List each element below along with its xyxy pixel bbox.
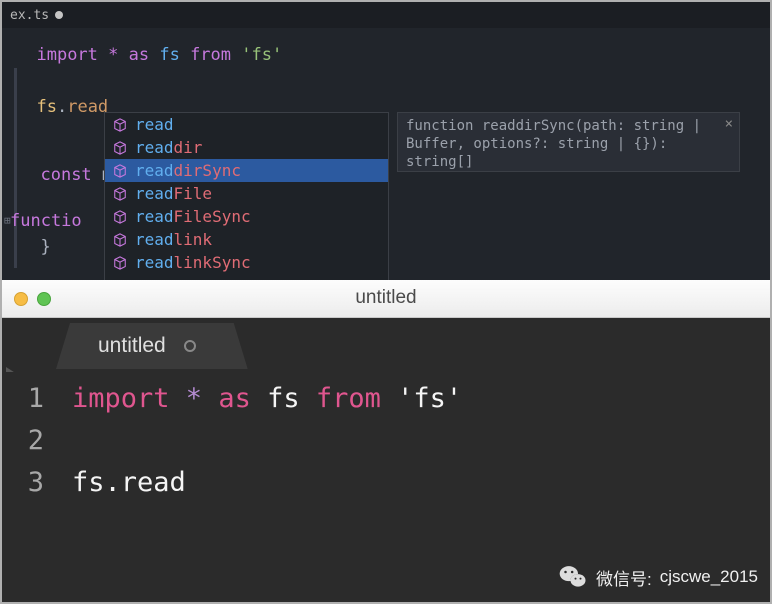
window-titlebar: untitled	[2, 280, 770, 318]
code-line: import * as fs from 'fs'	[72, 378, 462, 420]
bottom-tabbar: untitled	[2, 318, 770, 372]
code-editor[interactable]: import * as fs from 'fs' fs.read	[2, 28, 770, 120]
code-line-1: import * as fs from 'fs'	[16, 42, 752, 68]
second-editor-window: untitled untitled 123 import * as fs fro…	[2, 280, 770, 602]
token: functio	[10, 211, 82, 231]
method-icon	[113, 233, 127, 247]
code-area[interactable]: import * as fs from 'fs' fs.read	[56, 372, 462, 602]
method-icon	[113, 210, 127, 224]
token: as	[218, 383, 267, 414]
window-title: untitled	[2, 287, 770, 309]
token: from	[190, 45, 241, 65]
tab-label: ex.ts	[10, 8, 49, 23]
vscode-tabbar: ex.ts	[2, 2, 770, 28]
token: as	[129, 45, 160, 65]
suggestion-doc: function readdirSync(path: string | Buff…	[397, 112, 740, 172]
suggestion-label: readlinkSync	[135, 253, 251, 272]
token: fs	[267, 383, 316, 414]
suggestion-item[interactable]: readdirSync	[105, 159, 388, 182]
token: const	[40, 165, 101, 185]
suggestion-label: readFile	[135, 184, 212, 203]
suggestion-list[interactable]: read readdir readdirSync readFile readFileSy…	[104, 112, 389, 280]
token: .	[57, 97, 67, 117]
bottom-tab-label: untitled	[98, 334, 166, 358]
tab-dirty-indicator	[55, 11, 63, 19]
method-icon	[113, 118, 127, 132]
intellisense-row: read readdir readdirSync readFile readFileSy…	[104, 112, 740, 280]
bottom-tab-dirty-indicator	[184, 340, 196, 352]
doc-text: function readdirSync(path: string | Buff…	[406, 118, 701, 170]
close-icon[interactable]: ×	[725, 115, 733, 133]
line-number-gutter: 123	[2, 372, 56, 602]
token: from	[316, 383, 397, 414]
suggestion-label: readFileSync	[135, 207, 251, 226]
method-icon	[113, 141, 127, 155]
code-line-4: functio	[10, 208, 112, 234]
code-line-5: }	[20, 234, 112, 260]
code-line	[72, 420, 462, 462]
suggestion-label: readlink	[135, 230, 212, 249]
suggestion-item[interactable]: read	[105, 113, 388, 136]
background-code: const m functio }	[20, 162, 112, 260]
suggestion-label: read	[135, 115, 174, 134]
bottom-tab[interactable]: untitled	[62, 320, 248, 372]
token: read	[67, 97, 108, 117]
suggestion-label: readdir	[135, 138, 202, 157]
code-line-3: const m	[20, 162, 112, 188]
suggestion-label: readdirSync	[135, 161, 241, 180]
token: fs	[36, 97, 56, 117]
fold-icon[interactable]: ⊞	[4, 214, 11, 227]
token: import	[36, 45, 108, 65]
suggestion-item[interactable]: readFileSync	[105, 205, 388, 228]
token: fs	[159, 45, 190, 65]
token: import	[72, 383, 186, 414]
line-number: 2	[2, 420, 44, 462]
code-line: fs.read	[72, 462, 462, 504]
method-icon	[113, 187, 127, 201]
token: *	[108, 45, 128, 65]
token: *	[186, 383, 219, 414]
suggestion-item[interactable]: readlinkSync	[105, 251, 388, 274]
indent-guide	[14, 68, 17, 268]
method-icon	[113, 256, 127, 270]
wechat-icon	[558, 562, 588, 592]
editor-dark-area: untitled 123 import * as fs from 'fs' fs…	[2, 318, 770, 602]
watermark: 微信号: cjscwe_2015	[558, 562, 758, 592]
method-icon	[113, 164, 127, 178]
suggestion-item[interactable]: readFile	[105, 182, 388, 205]
watermark-prefix: 微信号:	[596, 565, 652, 590]
token: fs.read	[72, 467, 186, 498]
line-number: 1	[2, 378, 44, 420]
watermark-id: cjscwe_2015	[660, 567, 758, 587]
suggestion-item[interactable]: readlink	[105, 228, 388, 251]
token: 'fs'	[397, 383, 462, 414]
token: }	[40, 237, 50, 257]
suggestion-item[interactable]: readdir	[105, 136, 388, 159]
token: 'fs'	[241, 45, 282, 65]
code-line-blank	[16, 68, 752, 94]
line-number: 3	[2, 462, 44, 504]
vscode-editor-pane: ex.ts import * as fs from 'fs' fs.read c…	[2, 2, 770, 280]
vscode-tab[interactable]: ex.ts	[2, 5, 75, 26]
